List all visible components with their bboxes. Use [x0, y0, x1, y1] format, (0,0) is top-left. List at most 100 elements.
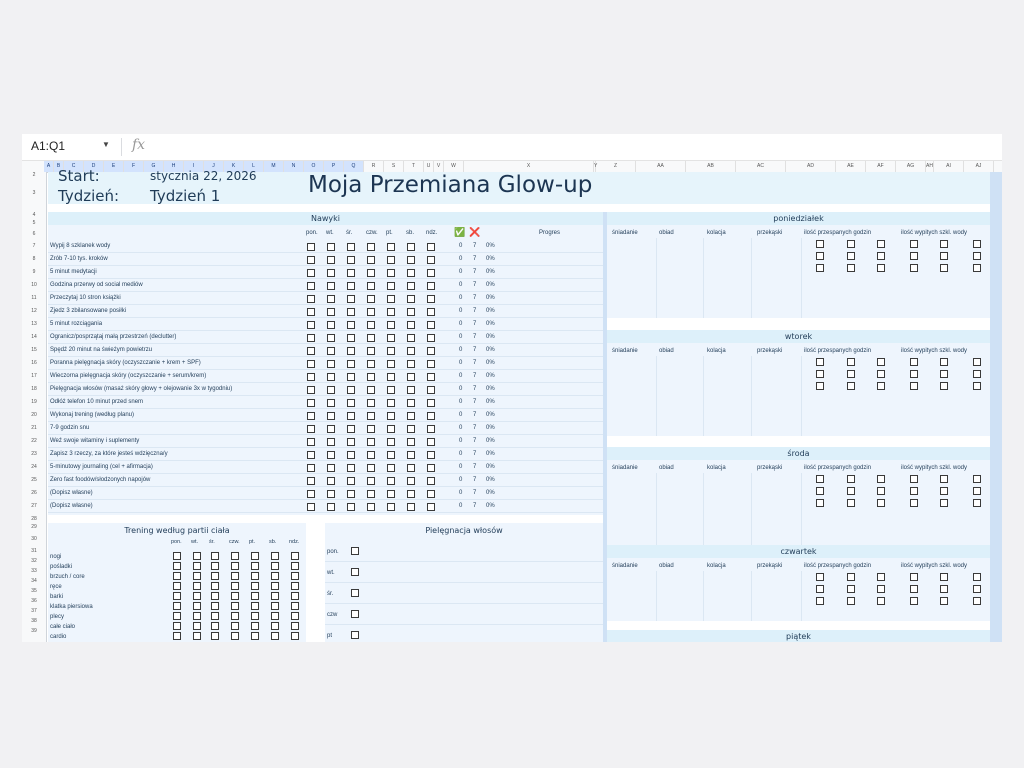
row-header-14[interactable]: 14 [22, 334, 46, 340]
habit-checkbox[interactable] [327, 347, 335, 355]
row-header-12[interactable]: 12 [22, 308, 46, 314]
column-header-ah[interactable]: AH [926, 161, 934, 172]
habit-checkbox[interactable] [347, 503, 355, 511]
day-checkbox[interactable] [940, 240, 948, 248]
day-checkbox[interactable] [847, 240, 855, 248]
habit-checkbox[interactable] [307, 490, 315, 498]
day-checkbox[interactable] [877, 597, 885, 605]
habit-checkbox[interactable] [427, 308, 435, 316]
day-checkbox[interactable] [973, 264, 981, 272]
habit-checkbox[interactable] [307, 256, 315, 264]
habit-checkbox[interactable] [367, 464, 375, 472]
habit-checkbox[interactable] [387, 451, 395, 459]
day-checkbox[interactable] [816, 252, 824, 260]
day-checkbox[interactable] [816, 573, 824, 581]
habit-checkbox[interactable] [327, 282, 335, 290]
column-header-s[interactable]: S [384, 161, 404, 172]
habit-checkbox[interactable] [347, 373, 355, 381]
habit-checkbox[interactable] [427, 243, 435, 251]
row-header-29[interactable]: 29 [22, 524, 46, 530]
day-checkbox[interactable] [847, 252, 855, 260]
day-checkbox[interactable] [877, 499, 885, 507]
day-checkbox[interactable] [973, 358, 981, 366]
training-checkbox[interactable] [251, 602, 259, 610]
habit-checkbox[interactable] [327, 490, 335, 498]
day-checkbox[interactable] [973, 597, 981, 605]
training-checkbox[interactable] [291, 562, 299, 570]
row-header-4[interactable]: 4 [22, 212, 46, 218]
habit-checkbox[interactable] [347, 269, 355, 277]
habit-checkbox[interactable] [347, 282, 355, 290]
training-checkbox[interactable] [291, 582, 299, 590]
name-box[interactable]: A1:Q1 [31, 139, 65, 153]
day-checkbox[interactable] [910, 487, 918, 495]
row-header-3[interactable]: 3 [22, 190, 46, 196]
habit-checkbox[interactable] [427, 256, 435, 264]
habit-checkbox[interactable] [407, 438, 415, 446]
training-checkbox[interactable] [251, 572, 259, 580]
day-checkbox[interactable] [816, 358, 824, 366]
habit-checkbox[interactable] [427, 321, 435, 329]
day-checkbox[interactable] [816, 499, 824, 507]
habit-checkbox[interactable] [407, 399, 415, 407]
habit-checkbox[interactable] [327, 243, 335, 251]
training-checkbox[interactable] [231, 602, 239, 610]
training-checkbox[interactable] [193, 592, 201, 600]
column-header-w[interactable]: W [444, 161, 464, 172]
day-checkbox[interactable] [877, 370, 885, 378]
habit-checkbox[interactable] [387, 373, 395, 381]
training-checkbox[interactable] [231, 562, 239, 570]
day-checkbox[interactable] [910, 573, 918, 581]
row-header-15[interactable]: 15 [22, 347, 46, 353]
habit-checkbox[interactable] [407, 464, 415, 472]
habit-checkbox[interactable] [347, 451, 355, 459]
training-checkbox[interactable] [231, 582, 239, 590]
habit-checkbox[interactable] [407, 425, 415, 433]
habit-checkbox[interactable] [367, 503, 375, 511]
habit-checkbox[interactable] [427, 399, 435, 407]
row-header-10[interactable]: 10 [22, 282, 46, 288]
habit-checkbox[interactable] [407, 334, 415, 342]
habit-checkbox[interactable] [347, 399, 355, 407]
habit-checkbox[interactable] [427, 282, 435, 290]
habit-checkbox[interactable] [367, 412, 375, 420]
habit-checkbox[interactable] [327, 373, 335, 381]
training-checkbox[interactable] [231, 612, 239, 620]
habit-checkbox[interactable] [347, 477, 355, 485]
row-header-31[interactable]: 31 [22, 548, 46, 554]
column-header-q[interactable]: Q [344, 161, 364, 172]
training-checkbox[interactable] [231, 552, 239, 560]
habit-checkbox[interactable] [347, 360, 355, 368]
day-checkbox[interactable] [877, 264, 885, 272]
row-header-6[interactable]: 6 [22, 231, 46, 237]
week-value[interactable]: Tydzień 1 [150, 187, 220, 205]
habit-checkbox[interactable] [307, 464, 315, 472]
training-checkbox[interactable] [291, 622, 299, 630]
row-header-37[interactable]: 37 [22, 608, 46, 614]
day-checkbox[interactable] [973, 585, 981, 593]
habit-checkbox[interactable] [427, 334, 435, 342]
day-checkbox[interactable] [910, 585, 918, 593]
training-checkbox[interactable] [211, 552, 219, 560]
habit-checkbox[interactable] [307, 412, 315, 420]
habit-checkbox[interactable] [407, 256, 415, 264]
training-checkbox[interactable] [193, 572, 201, 580]
row-header-5[interactable]: 5 [22, 220, 46, 226]
habit-checkbox[interactable] [347, 490, 355, 498]
day-checkbox[interactable] [973, 499, 981, 507]
training-checkbox[interactable] [271, 632, 279, 640]
habit-checkbox[interactable] [407, 308, 415, 316]
column-header-r[interactable]: R [364, 161, 384, 172]
day-checkbox[interactable] [877, 487, 885, 495]
row-header-13[interactable]: 13 [22, 321, 46, 327]
habit-checkbox[interactable] [367, 386, 375, 394]
habit-checkbox[interactable] [327, 321, 335, 329]
training-checkbox[interactable] [211, 562, 219, 570]
hair-checkbox[interactable] [351, 589, 359, 597]
habit-checkbox[interactable] [327, 451, 335, 459]
habit-checkbox[interactable] [387, 334, 395, 342]
row-header-18[interactable]: 18 [22, 386, 46, 392]
day-checkbox[interactable] [940, 370, 948, 378]
habit-checkbox[interactable] [407, 386, 415, 394]
habit-checkbox[interactable] [367, 373, 375, 381]
